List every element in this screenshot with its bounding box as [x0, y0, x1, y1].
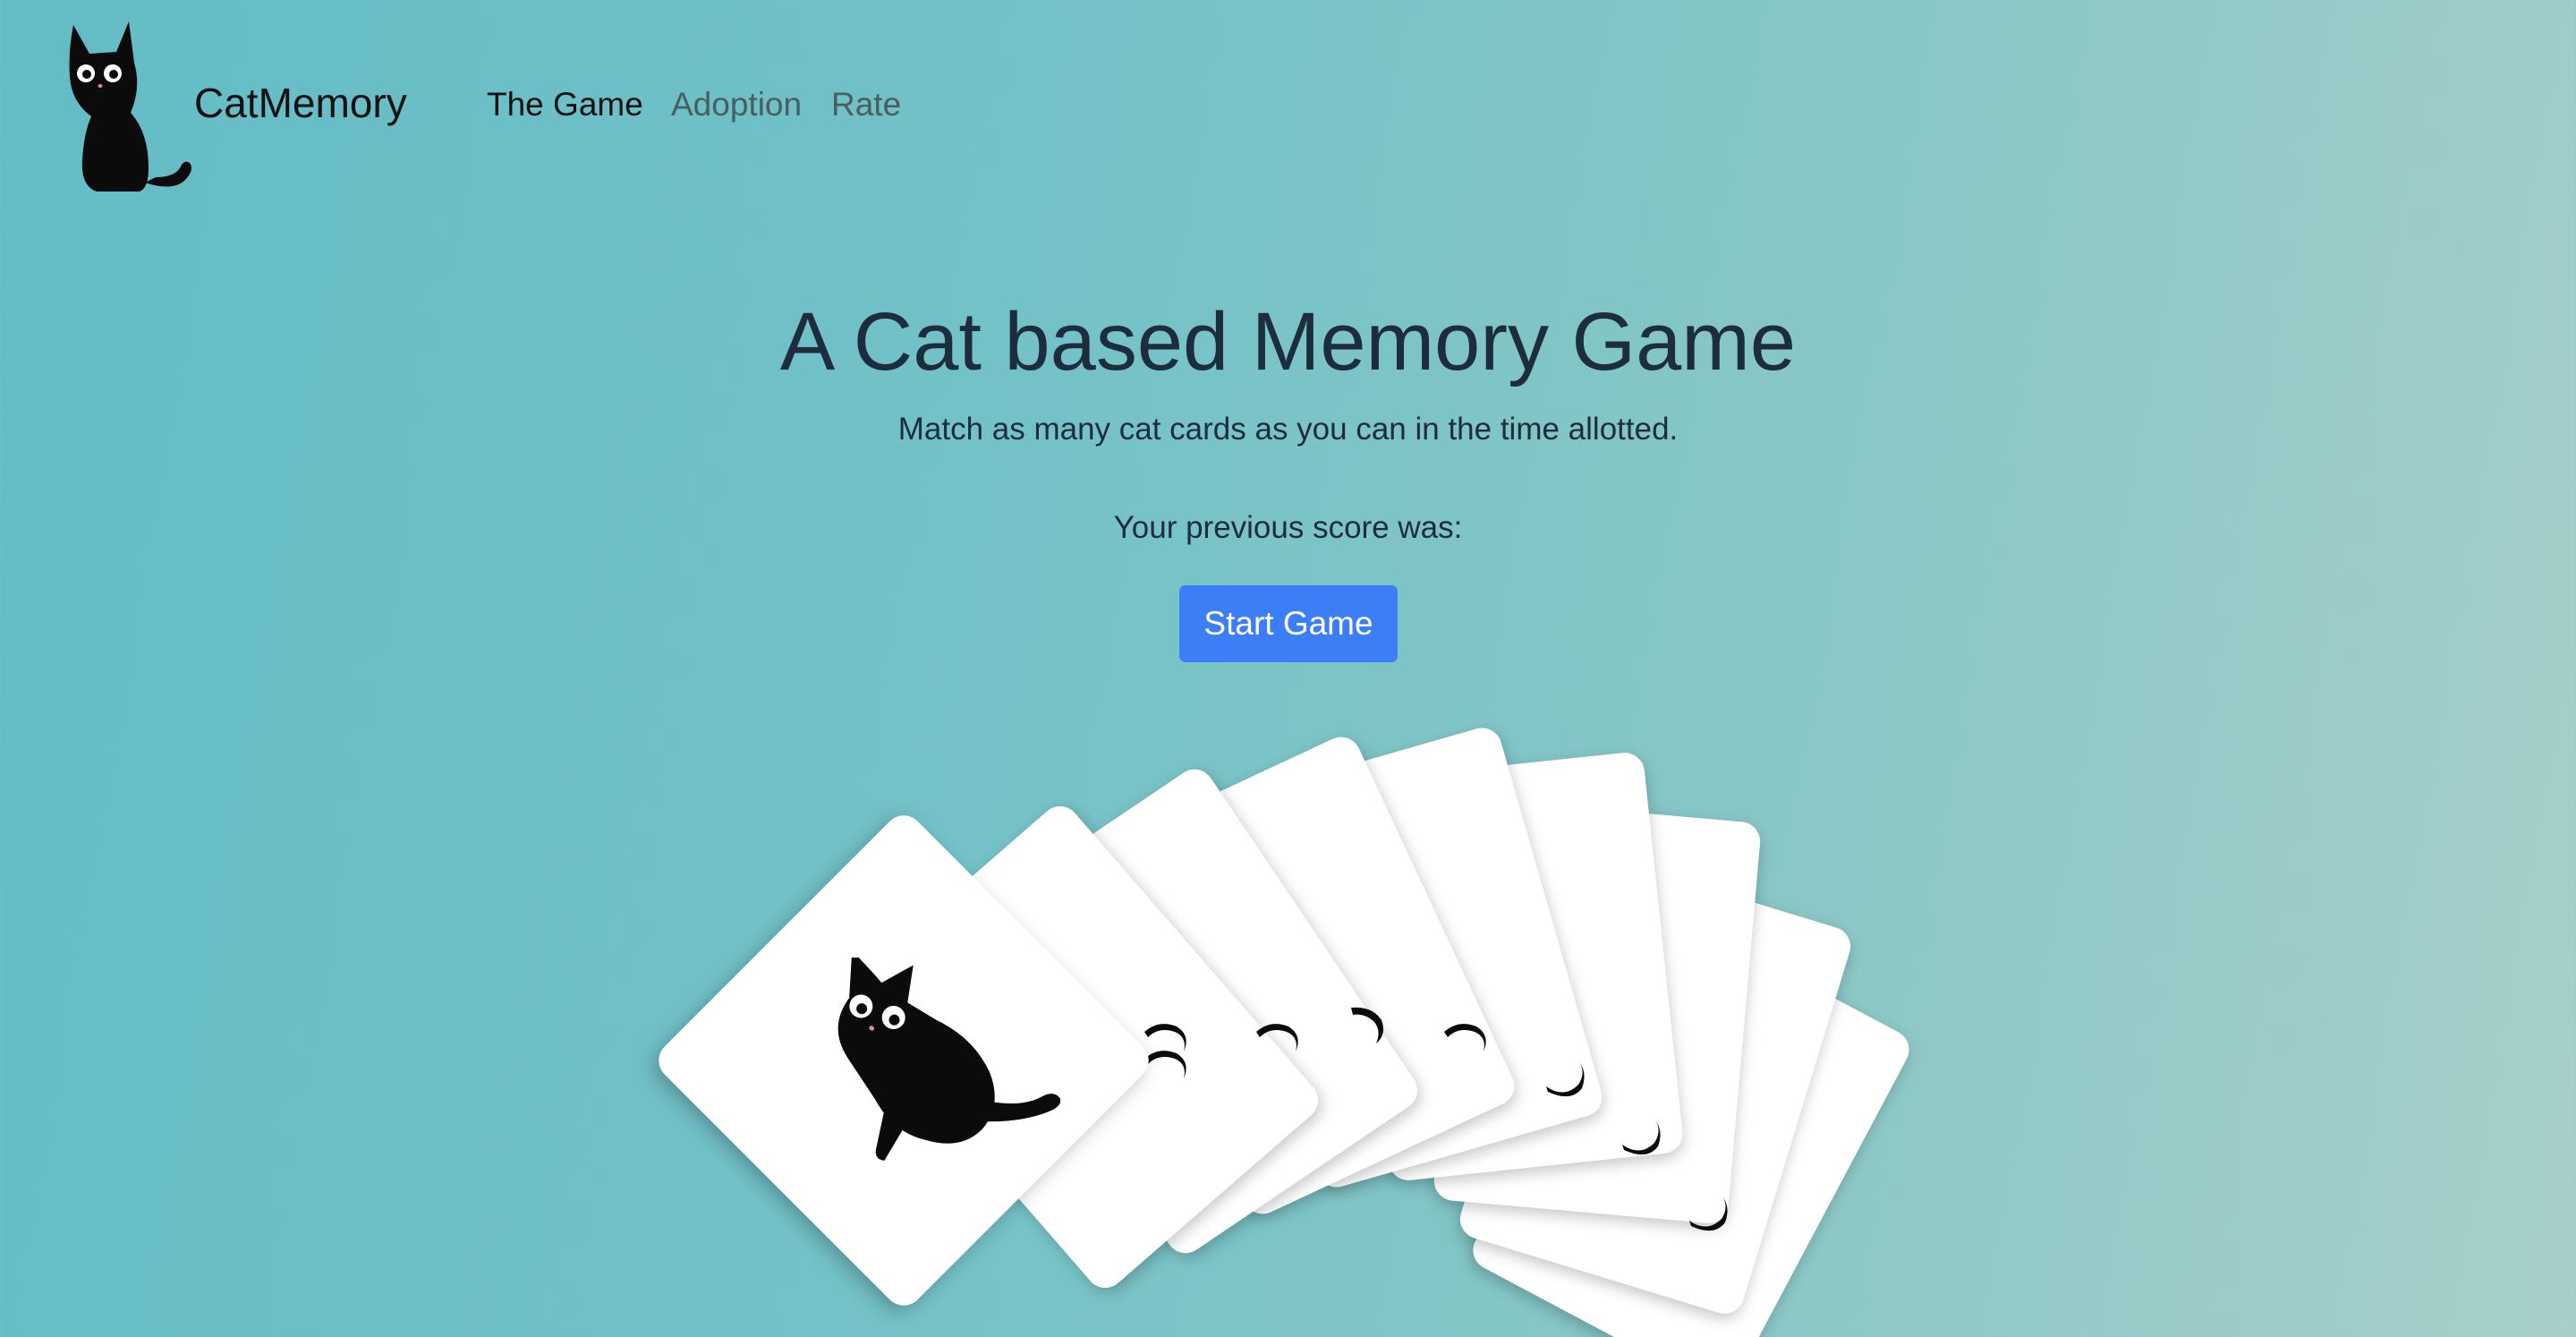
page-subtitle: Match as many cat cards as you can in th…	[897, 412, 1679, 447]
nav-link-the-game[interactable]: The Game	[487, 82, 643, 127]
start-game-button[interactable]: Start Game	[1179, 585, 1398, 662]
navbar: CatMemory The Game Adoption Rate	[0, 0, 2576, 206]
previous-score-text: Your previous score was:	[1113, 510, 1463, 545]
cat-tail-icon	[1256, 1024, 1298, 1052]
nav-link-adoption[interactable]: Adoption	[671, 82, 802, 127]
cat-tail-icon	[1351, 1007, 1383, 1043]
page-title: A Cat based Memory Game	[779, 296, 1797, 387]
nav-link-rate[interactable]: Rate	[831, 82, 901, 127]
cat-tail-icon	[1144, 1051, 1186, 1078]
cat-tail-icon	[1622, 1121, 1661, 1155]
brand-name[interactable]: CatMemory	[194, 75, 407, 131]
cat-tail-icon	[1444, 1024, 1486, 1052]
cat-tail-icon	[1546, 1063, 1585, 1097]
cat-tail-icon	[1689, 1197, 1728, 1231]
cat-logo-icon[interactable]	[63, 16, 197, 200]
black-cat-icon	[837, 958, 1061, 1161]
